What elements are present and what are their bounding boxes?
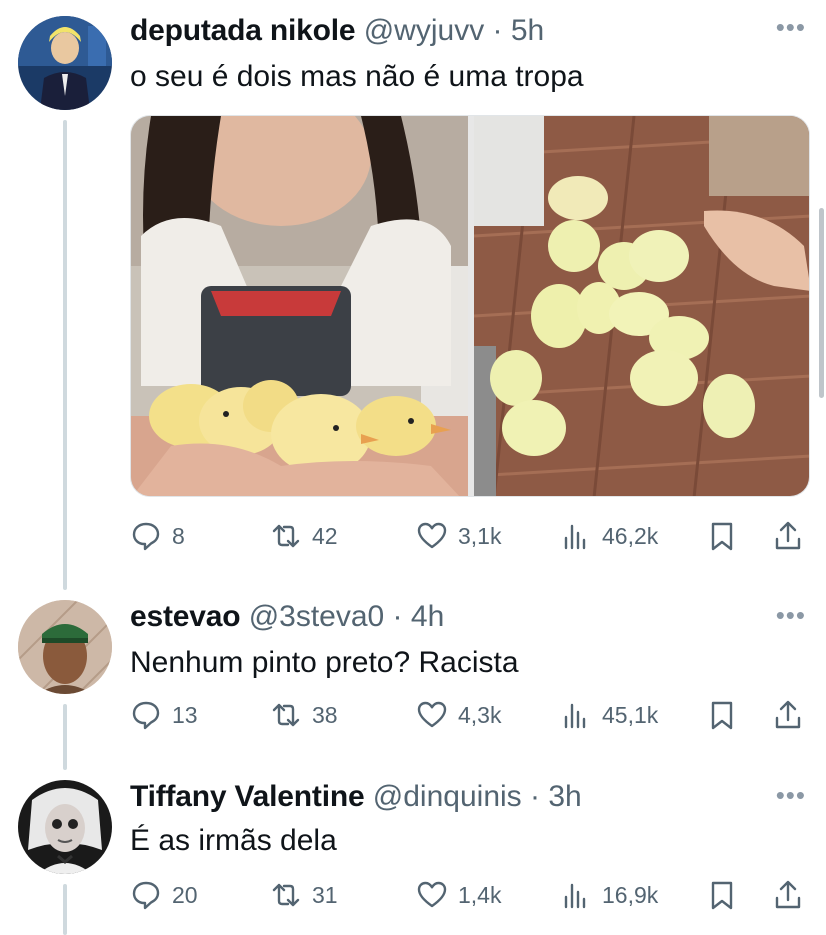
photo-chicks-floor[interactable]	[474, 116, 809, 496]
thread-line	[63, 704, 67, 770]
reply-count: 13	[172, 701, 198, 728]
heart-icon	[417, 881, 447, 908]
retweet-count: 38	[312, 701, 338, 728]
views-button[interactable]: 16,9k	[560, 875, 658, 915]
avatar[interactable]	[18, 16, 112, 110]
like-button[interactable]: 1,4k	[416, 875, 501, 915]
share-icon	[775, 700, 801, 729]
reply-button[interactable]: 8	[130, 516, 185, 556]
like-count: 3,1k	[458, 522, 502, 549]
tweet-actions: 13 38 4,3k 45,1k	[130, 695, 810, 735]
views-button[interactable]: 45,1k	[560, 695, 658, 735]
retweet-button[interactable]: 38	[270, 695, 338, 735]
tweet-2[interactable]: estevao @3steva0 · 4h ••• Nenhum pinto p…	[0, 590, 826, 770]
tweet-actions: 20 31 1,4k 16,9k	[130, 875, 810, 915]
avatar[interactable]	[18, 600, 112, 694]
share-icon	[775, 880, 801, 909]
like-button[interactable]: 4,3k	[416, 695, 501, 735]
handle[interactable]: @3steva0	[249, 600, 385, 633]
like-count: 1,4k	[458, 881, 502, 908]
tweet-actions: 8 42 3,1k 46,2k	[130, 516, 810, 556]
tweet-text: É as irmãs dela	[130, 824, 337, 857]
heart-icon	[417, 701, 447, 728]
thread-line	[63, 120, 67, 590]
retweet-icon	[272, 703, 300, 727]
separator: ·	[384, 600, 411, 633]
tweet-3[interactable]: Tiffany Valentine @dinquinis · 3h ••• É …	[0, 770, 826, 935]
retweet-button[interactable]: 42	[270, 516, 338, 556]
avatar[interactable]	[18, 780, 112, 874]
tweet-header: estevao @3steva0 · 4h	[130, 600, 444, 634]
like-count: 4,3k	[458, 701, 502, 728]
tweet-1[interactable]: deputada nikole @wyjuvv · 5h ••• o seu é…	[0, 0, 826, 590]
timestamp[interactable]: 4h	[411, 600, 444, 633]
reply-button[interactable]: 13	[130, 695, 198, 735]
reply-icon	[132, 522, 160, 551]
photo-chicks-held[interactable]	[131, 116, 468, 496]
retweet-count: 31	[312, 881, 338, 908]
tweet-header: Tiffany Valentine @dinquinis · 3h	[130, 780, 582, 814]
views-count: 45,1k	[602, 701, 659, 728]
views-button[interactable]: 46,2k	[560, 516, 658, 556]
bookmark-icon	[711, 881, 733, 910]
share-button[interactable]	[772, 695, 804, 735]
handle[interactable]: @wyjuvv	[364, 14, 484, 47]
retweet-button[interactable]: 31	[270, 875, 338, 915]
tweet-text: Nenhum pinto preto? Racista	[130, 646, 519, 679]
display-name[interactable]: deputada nikole	[130, 14, 356, 47]
reply-icon	[132, 881, 160, 910]
more-options-icon[interactable]: •••	[776, 602, 806, 628]
heart-icon	[417, 522, 447, 549]
bookmark-button[interactable]	[706, 695, 738, 735]
reply-icon	[132, 701, 160, 730]
views-count: 16,9k	[602, 881, 659, 908]
views-count: 46,2k	[602, 522, 659, 549]
views-icon	[564, 703, 586, 729]
views-icon	[564, 524, 586, 550]
bookmark-icon	[711, 522, 733, 551]
scrollbar[interactable]	[819, 208, 824, 398]
separator: ·	[484, 14, 511, 47]
display-name[interactable]: Tiffany Valentine	[130, 780, 365, 813]
display-name[interactable]: estevao	[130, 600, 241, 633]
reply-button[interactable]: 20	[130, 875, 198, 915]
bookmark-button[interactable]	[706, 875, 738, 915]
tweet-text: o seu é dois mas não é uma tropa	[130, 60, 584, 93]
tweet-header: deputada nikole @wyjuvv · 5h	[130, 14, 544, 48]
retweet-count: 42	[312, 522, 338, 549]
retweet-icon	[272, 883, 300, 907]
thread-line	[63, 884, 67, 935]
handle[interactable]: @dinquinis	[373, 780, 522, 813]
timestamp[interactable]: 5h	[511, 14, 544, 47]
more-options-icon[interactable]: •••	[776, 782, 806, 808]
share-button[interactable]	[772, 875, 804, 915]
timestamp[interactable]: 3h	[548, 780, 581, 813]
share-button[interactable]	[772, 516, 804, 556]
media-grid[interactable]	[130, 115, 810, 497]
share-icon	[775, 521, 801, 550]
bookmark-icon	[711, 701, 733, 730]
bookmark-button[interactable]	[706, 516, 738, 556]
retweet-icon	[272, 524, 300, 548]
more-options-icon[interactable]: •••	[776, 14, 806, 40]
reply-count: 8	[172, 522, 185, 549]
like-button[interactable]: 3,1k	[416, 516, 501, 556]
views-icon	[564, 883, 586, 909]
reply-count: 20	[172, 881, 198, 908]
separator: ·	[521, 780, 549, 813]
